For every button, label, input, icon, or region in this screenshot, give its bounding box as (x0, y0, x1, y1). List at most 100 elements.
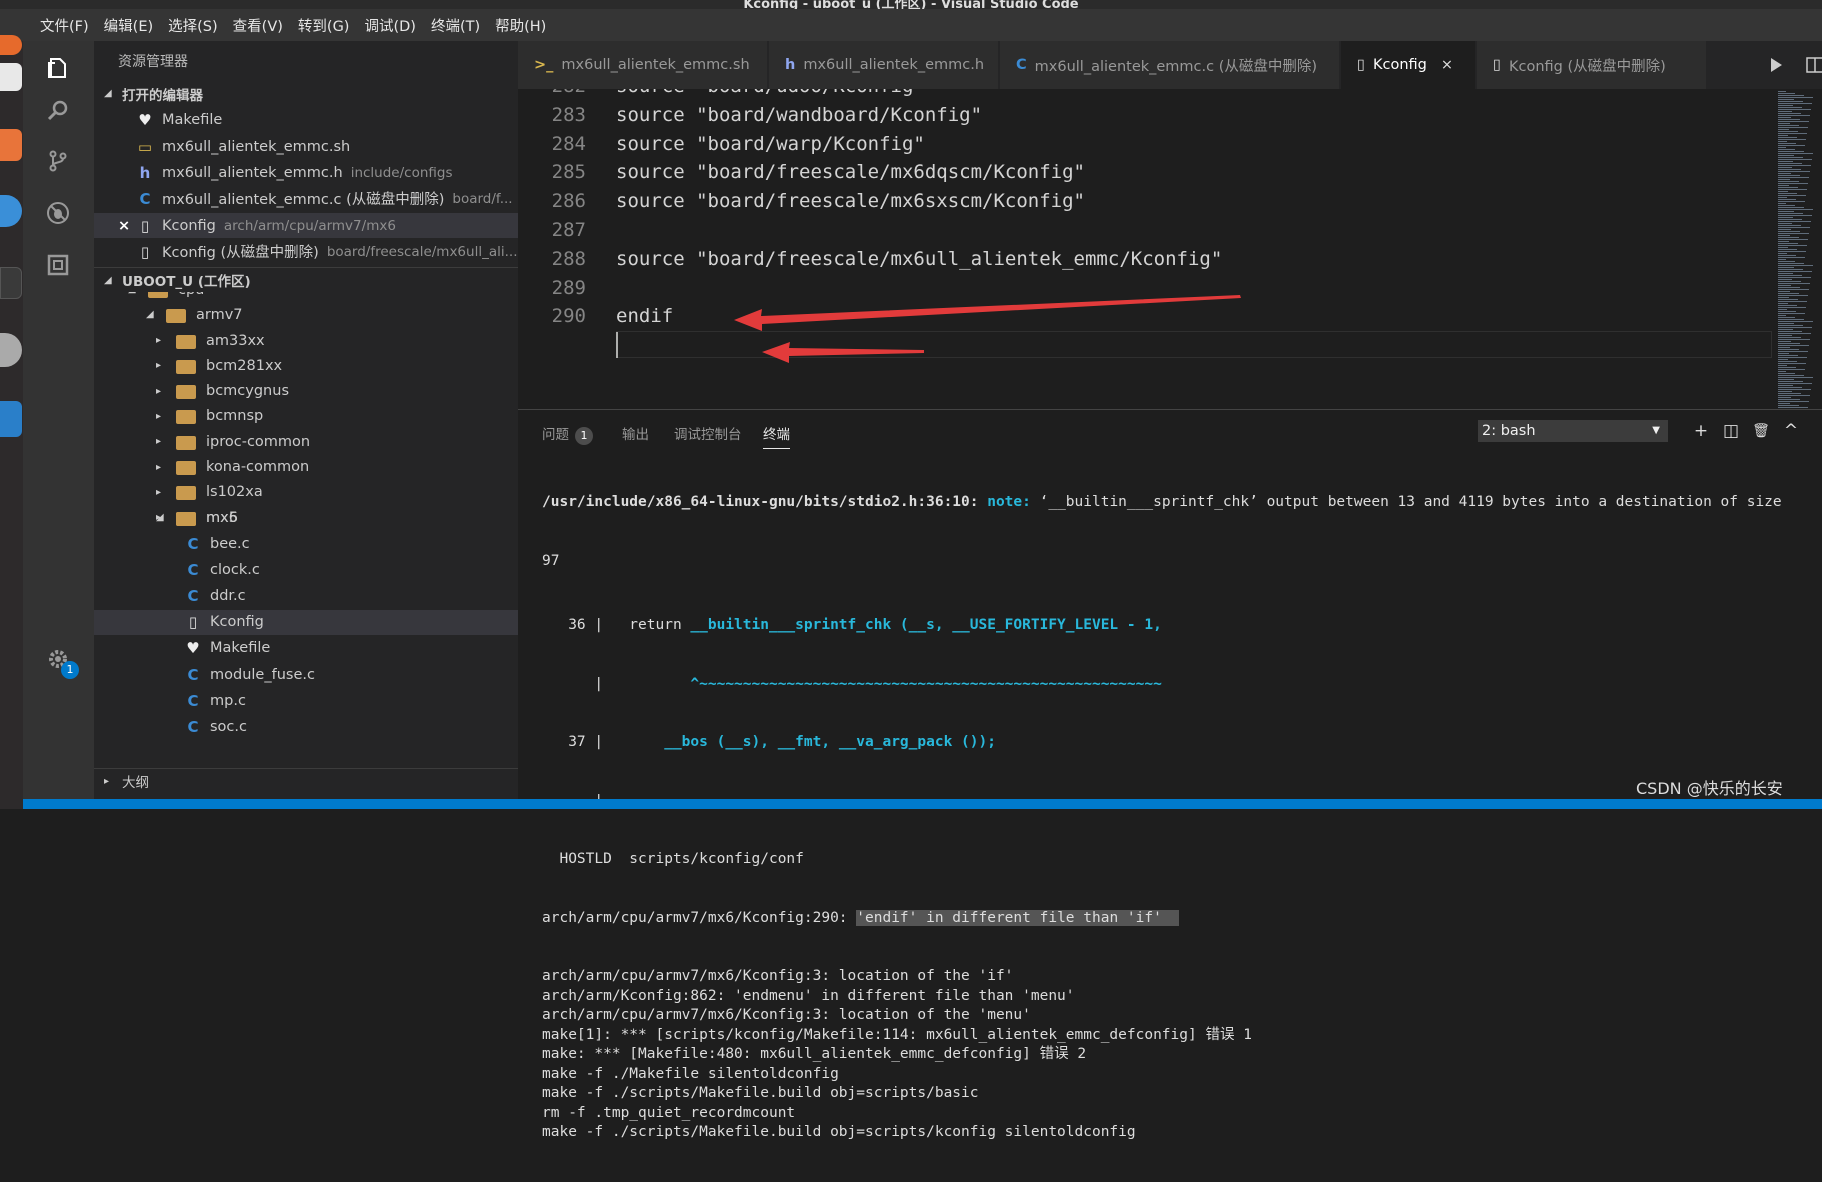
tree-folder[interactable]: ▸ ls102xa (94, 480, 518, 505)
workspace-header[interactable]: ◢ UBOOT_U (工作区) (94, 267, 518, 292)
open-editor-item[interactable]: ▯ Kconfig (从磁盘中删除) board/freescale/mx6ull_… (94, 239, 518, 264)
tree-folder-armv7[interactable]: ◢ armv7 (94, 302, 518, 327)
tab-kconfig-active[interactable]: ▯ Kconfig × (1341, 41, 1476, 89)
terminal-select[interactable]: 2: bash ▼ (1478, 420, 1668, 442)
trash-icon[interactable]: 🗑 (1750, 420, 1772, 442)
help-icon[interactable] (0, 195, 22, 227)
minimap-line (1778, 151, 1804, 152)
minimap-line (1778, 117, 1791, 118)
debug-icon[interactable] (46, 201, 70, 225)
close-icon[interactable]: × (118, 218, 136, 234)
minimap-line (1778, 99, 1794, 100)
menu-file[interactable]: 文件(F) (40, 15, 89, 36)
line-number: 288 (551, 247, 586, 270)
tree-folder-cpu[interactable]: ◢ cpu (94, 292, 518, 302)
minimap[interactable] (1772, 89, 1822, 409)
minimap-line (1778, 381, 1803, 382)
terminal-line: 36 | return __builtin___sprintf_chk (__s… (542, 616, 1822, 636)
problems-count-badge: 1 (575, 427, 593, 445)
terminal-line: arch/arm/cpu/armv7/mx6/Kconfig:3: locati… (542, 1007, 1031, 1023)
split-terminal-icon[interactable]: ◫ (1720, 420, 1742, 442)
tab-problems[interactable]: 问题 1 (542, 423, 593, 445)
extensions-icon[interactable] (46, 253, 70, 277)
code-editor[interactable]: 282 source "board/udoo/Kconfig" 283 source … (518, 89, 1772, 409)
tree-folder[interactable]: ▸ kona-common (94, 455, 518, 480)
minimap-line (1778, 339, 1810, 340)
open-editor-item[interactable]: Cmx6ull_alientek_emmc.c (从磁盘中删除) board/f.… (94, 186, 518, 211)
minimap-line (1778, 229, 1791, 230)
close-tab-icon[interactable]: × (1441, 57, 1453, 73)
minimap-line (1778, 353, 1789, 354)
menu-edit[interactable]: 编辑(E) (104, 15, 153, 36)
menu-go[interactable]: 转到(G) (298, 15, 350, 36)
minimap-line (1778, 185, 1789, 186)
tab-sh[interactable]: >_ mx6ull_alientek_emmc.sh (518, 41, 768, 89)
open-editors-label: 打开的编辑器 (122, 87, 203, 104)
menu-selection[interactable]: 选择(S) (168, 15, 218, 36)
tab-h[interactable]: h mx6ull_alientek_emmc.h (769, 41, 999, 89)
open-editor-item[interactable]: ♥ Makefile (94, 107, 518, 132)
tree-file[interactable]: Cmodule_fuse.c (94, 662, 518, 687)
tab-terminal[interactable]: 终端 (763, 423, 790, 449)
ubuntu-dock (0, 35, 23, 809)
minimap-line (1778, 287, 1800, 288)
minimap-line (1778, 121, 1809, 122)
tree-file[interactable]: ♥ Makefile (94, 636, 518, 661)
open-editor-item-active[interactable]: × ▯ Kconfig arch/arm/cpu/armv7/mx6 (94, 213, 518, 238)
tree-folder[interactable]: ▸ bcm281xx (94, 353, 518, 378)
tree-file[interactable]: Cddr.c (94, 583, 518, 608)
run-icon[interactable] (1768, 57, 1784, 73)
tree-file[interactable]: Cclock.c (94, 557, 518, 582)
tab-debug-console[interactable]: 调试控制台 (674, 423, 742, 443)
outline-header[interactable]: ▸ 大纲 (94, 768, 518, 793)
menu-debug[interactable]: 调试(D) (364, 15, 415, 36)
menu-help[interactable]: 帮助(H) (495, 15, 546, 36)
minimap-line (1778, 227, 1810, 228)
tree-file[interactable]: Cbee.c (94, 531, 518, 556)
minimap-line (1778, 91, 1786, 92)
tree-file[interactable]: ▯ Kconfig (94, 609, 518, 635)
explorer-icon[interactable] (46, 56, 70, 80)
minimap-line (1778, 243, 1798, 244)
minimap-line (1778, 371, 1786, 372)
tree-folder[interactable]: ▸ bcmcygnus (94, 379, 518, 404)
minimap-line (1778, 209, 1813, 210)
software-center-icon[interactable] (0, 129, 22, 161)
open-editors-header[interactable]: ◢ 打开的编辑器 (94, 81, 518, 106)
c-file-icon: C (187, 534, 199, 553)
menu-terminal[interactable]: 终端(T) (431, 15, 480, 36)
terminal-app-icon[interactable] (0, 267, 22, 299)
minimap-line (1778, 155, 1794, 156)
tree-folder[interactable]: ▸ am33xx (94, 328, 518, 353)
search-icon[interactable] (46, 98, 70, 122)
open-editor-item[interactable]: ▭ mx6ull_alientek_emmc.sh (94, 134, 518, 159)
split-editor-icon[interactable] (1806, 56, 1822, 74)
tab-c[interactable]: Cmx6ull_alientek_emmc.c (从磁盘中删除) (1000, 41, 1340, 89)
file-label: Makefile (210, 640, 271, 657)
tree-folder[interactable]: ▸ iproc-common (94, 429, 518, 454)
firefox-icon[interactable] (0, 35, 22, 55)
tab-output[interactable]: 输出 (622, 423, 649, 443)
tab-kconfig-deleted[interactable]: ▯ Kconfig (从磁盘中删除) (1477, 41, 1707, 89)
code-line: source "board/warp/Kconfig" (616, 132, 925, 155)
vscode-app-icon[interactable] (0, 401, 22, 437)
line-number: 290 (551, 305, 586, 328)
minimap-line (1778, 213, 1803, 214)
source-control-icon[interactable] (46, 149, 70, 173)
minimap-line (1778, 187, 1798, 188)
tree-folder[interactable]: ▸ bcmnsp (94, 404, 518, 429)
collapse-panel-icon[interactable]: ^ (1780, 420, 1802, 442)
menu-view[interactable]: 查看(V) (233, 15, 283, 36)
files-icon[interactable] (0, 63, 22, 91)
minimap-line (1778, 131, 1798, 132)
minimap-line (1778, 387, 1802, 388)
terminal-line: make[1]: *** [scripts/kconfig/Makefile:1… (542, 1026, 1252, 1043)
add-terminal-icon[interactable]: + (1690, 420, 1712, 442)
tree-file[interactable]: Cmp.c (94, 688, 518, 713)
updater-icon[interactable] (0, 333, 22, 367)
terminal-output[interactable]: /usr/include/x86_64-linux-gnu/bits/stdio… (542, 454, 1822, 1182)
tree-folder-mx6[interactable]: ◢ mx6 (94, 505, 518, 530)
open-editor-item[interactable]: h mx6ull_alientek_emmc.h include/configs (94, 160, 518, 185)
open-editor-name: Kconfig (162, 217, 216, 234)
tree-file[interactable]: Csoc.c (94, 714, 518, 739)
